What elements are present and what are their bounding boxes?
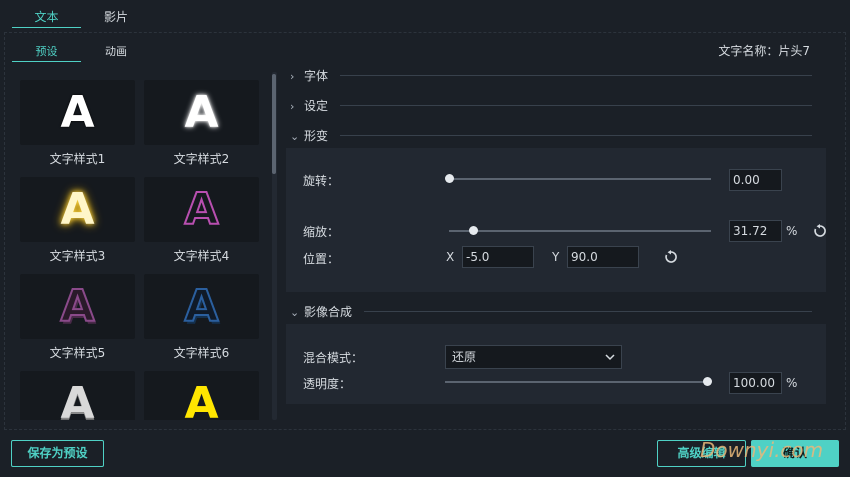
preset-card-5[interactable]: A [20,274,135,339]
preset-thumbnail: A [184,378,219,420]
section-font[interactable]: › 字体 [290,67,328,83]
preset-label: 文字样式2 [173,152,230,166]
divider [364,311,812,312]
preset-thumbnail: A [183,183,219,236]
tab-animation[interactable]: 动画 [96,44,136,62]
section-settings-label: 设定 [304,99,329,113]
preset-label: 文字样式4 [173,249,230,263]
blend-mode-value: 还原 [452,350,477,364]
opacity-label: 透明度： [303,377,352,391]
save-preset-button[interactable]: 保存为预设 [11,440,104,467]
preset-card-8[interactable]: A [144,371,259,420]
opacity-field[interactable]: 100.00 [729,372,782,394]
chevron-down-icon: ⌄ [290,306,300,319]
preset-label: 文字样式6 [173,346,230,360]
position-y-label: Y [552,250,560,264]
divider [340,75,812,76]
preset-scroll-thumb[interactable] [272,74,276,174]
preset-thumbnail: A [60,378,95,420]
reset-icon[interactable] [813,224,827,238]
section-settings[interactable]: › 设定 [290,97,328,113]
rotation-slider[interactable] [449,178,711,180]
divider [340,135,812,136]
preset-grid: A 文字样式1 A 文字样式2 A 文字样式3 A 文字样式4 A 文字样式5 … [12,72,270,420]
preset-label: 文字样式5 [49,346,106,360]
preset-card-4[interactable]: A [144,177,259,242]
scale-field[interactable]: 31.72 [729,220,782,242]
position-x-label: X [446,250,455,264]
rotation-field[interactable]: 0.00 [729,169,782,191]
blend-mode-label: 混合模式： [303,351,364,365]
section-transform-label: 形变 [304,129,329,143]
scale-slider[interactable] [449,230,711,232]
chevron-down-icon [605,354,615,361]
preset-card-6[interactable]: A [144,274,259,339]
reset-icon[interactable] [664,250,678,264]
preset-label: 文字样式3 [49,249,106,263]
scale-slider-knob[interactable] [468,226,478,235]
position-label: 位置： [303,252,340,266]
chevron-right-icon: › [290,70,295,83]
preset-thumbnail: A [60,87,95,138]
preset-label: 文字样式1 [49,152,106,166]
scale-unit: % [786,224,798,238]
opacity-unit: % [786,376,798,390]
tab-video[interactable]: 影片 [96,8,136,28]
position-x-field[interactable]: -5.0 [462,246,534,268]
opacity-slider[interactable] [445,381,707,383]
preset-thumbnail: A [184,87,219,138]
section-compositing[interactable]: ⌄ 影像合成 [290,303,352,319]
preset-card-1[interactable]: A [20,80,135,145]
section-compositing-label: 影像合成 [304,305,353,319]
divider [340,105,812,106]
preset-card-3[interactable]: A [20,177,135,242]
section-transform[interactable]: ⌄ 形变 [290,127,328,143]
chevron-down-icon: ⌄ [290,130,300,143]
tab-presets[interactable]: 预设 [12,44,81,62]
text-name: 文字名称：片头7 [718,44,810,58]
preset-thumbnail: A [183,280,219,333]
section-font-label: 字体 [304,69,329,83]
preset-card-7[interactable]: A [20,371,135,420]
preset-thumbnail: A [60,184,95,235]
blend-mode-select[interactable]: 还原 [445,345,622,369]
position-y-field[interactable]: 90.0 [567,246,639,268]
watermark-logo: Downyi.com [700,438,824,462]
tab-text[interactable]: 文本 [12,8,81,28]
chevron-right-icon: › [290,100,295,113]
opacity-slider-knob[interactable] [703,377,712,386]
scale-label: 缩放： [303,225,340,239]
preset-thumbnail: A [59,280,95,333]
rotation-slider-knob[interactable] [445,174,454,183]
rotation-label: 旋转： [303,174,340,188]
preset-card-2[interactable]: A [144,80,259,145]
